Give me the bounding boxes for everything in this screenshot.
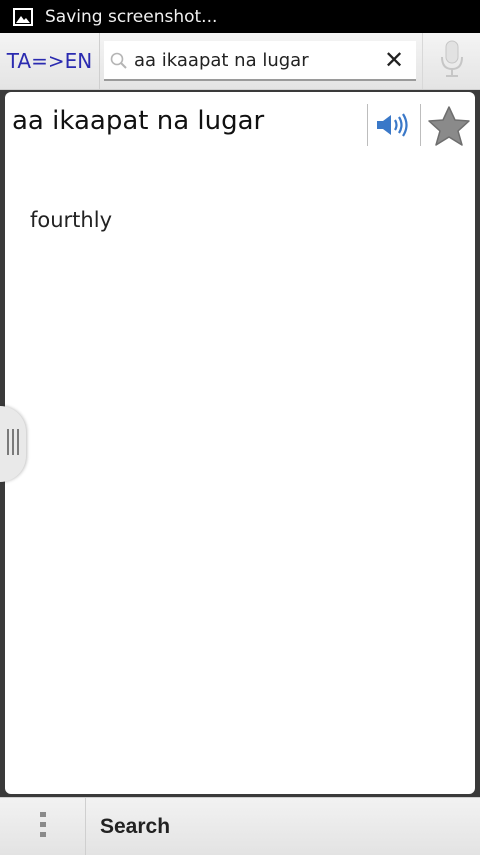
search-input[interactable] xyxy=(134,43,374,77)
term-title: aa ikaapat na lugar xyxy=(12,106,265,136)
entry-card: aa ikaapat na lugar fourthly xyxy=(5,92,475,794)
translation-text: fourthly xyxy=(30,208,112,232)
bottom-bar: Search xyxy=(0,797,480,855)
divider xyxy=(367,104,368,146)
overflow-menu-icon xyxy=(38,810,48,844)
search-button[interactable]: Search xyxy=(86,798,480,855)
drawer-handle-icon xyxy=(5,427,21,461)
microphone-icon xyxy=(439,39,465,83)
star-icon xyxy=(425,106,473,152)
search-icon xyxy=(109,51,129,71)
pronounce-button[interactable] xyxy=(371,108,417,142)
status-bar: Saving screenshot... xyxy=(0,0,480,33)
close-icon[interactable]: ✕ xyxy=(382,48,406,72)
toolbar: TA=>EN ✕ xyxy=(0,33,480,90)
favorite-button[interactable] xyxy=(425,104,473,148)
overflow-menu-button[interactable] xyxy=(0,798,86,855)
voice-search-button[interactable] xyxy=(422,33,480,89)
language-direction-button[interactable]: TA=>EN xyxy=(0,33,100,89)
image-icon xyxy=(13,7,33,26)
status-text: Saving screenshot... xyxy=(45,6,218,27)
divider xyxy=(420,104,421,146)
speaker-icon xyxy=(371,113,417,146)
search-box[interactable]: ✕ xyxy=(104,41,416,81)
